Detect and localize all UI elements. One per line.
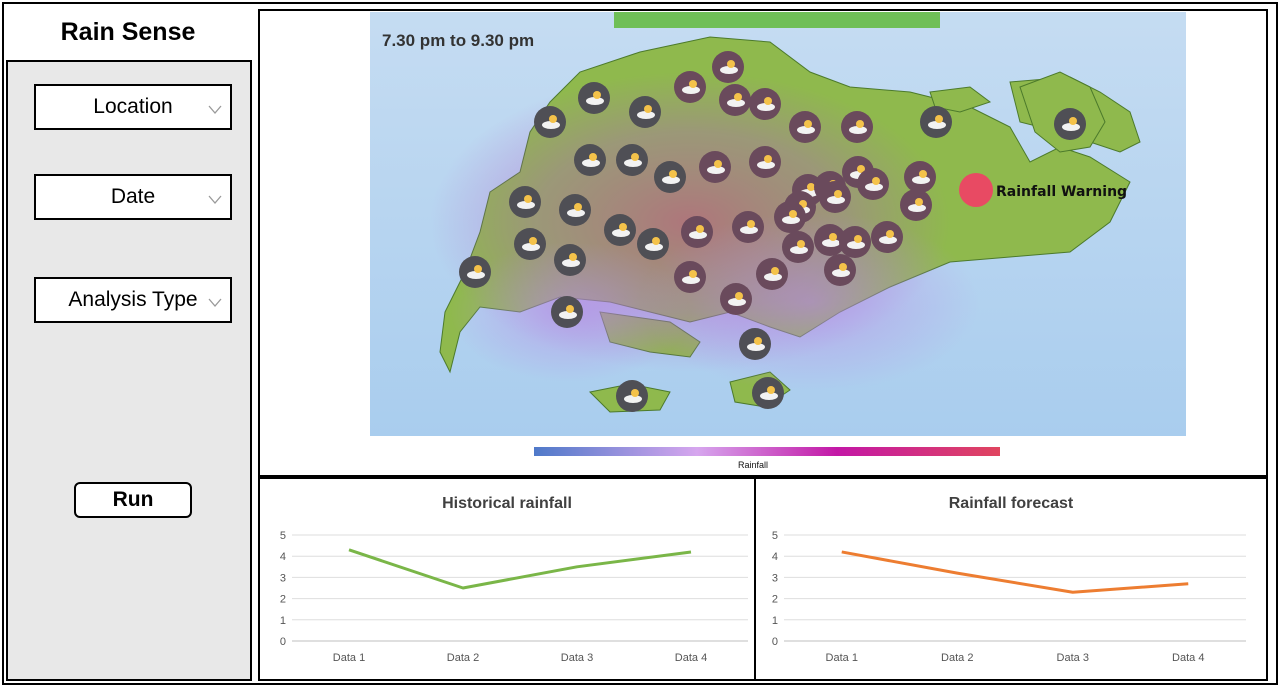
y-tick-label: 3 [772,572,778,584]
chevron-down-icon [208,105,222,114]
sun-icon [839,263,847,271]
historical-rainfall-chart: Historical rainfall 0 1 2 3 4 5 Data 1 Data 2 Da… [258,477,756,681]
rainfall-legend-bar [534,447,1000,456]
y-tick-label: 0 [280,636,286,648]
chart-svg: 0 1 2 3 4 5 Data 1 Data 2 Data 3 Data 4 [772,530,1246,664]
sun-icon [529,237,537,245]
map-top-bar [614,12,940,28]
x-tick-label: Data 3 [1057,652,1089,664]
chevron-down-icon [208,195,222,204]
sun-icon [669,170,677,178]
sun-icon [549,115,557,123]
y-tick-label: 3 [280,572,286,584]
sun-icon [574,203,582,211]
rainfall-map[interactable] [370,12,1186,436]
map-svg [430,36,1141,413]
x-tick-label: Data 3 [561,652,593,664]
y-tick-label: 4 [280,551,286,563]
y-tick-label: 5 [772,530,778,542]
sidebar: Rain Sense Location Date Analysis Type R… [2,2,254,685]
x-tick-label: Data 2 [941,652,973,664]
sun-icon [764,155,772,163]
sun-icon [1069,117,1077,125]
date-select-label: Date [110,185,156,208]
sun-icon [474,265,482,273]
time-range-label: 7.30 pm to 9.30 pm [382,31,535,50]
analysis-type-select[interactable]: Analysis Type [34,277,232,323]
sun-icon [734,93,742,101]
x-tick-label: Data 1 [333,652,365,664]
sun-icon [524,195,532,203]
rainfall-forecast-chart: Rainfall forecast 0 1 2 3 4 5 Data 1 Data 2 Data… [754,477,1268,681]
x-tick-label: Data 4 [675,652,707,664]
sun-icon [589,153,597,161]
sun-icon [771,267,779,275]
y-tick-label: 2 [772,594,778,606]
sun-icon [696,225,704,233]
rainfall-warning-marker [959,173,993,207]
sun-icon [807,183,815,191]
sun-icon [935,115,943,123]
y-tick-label: 4 [772,551,778,563]
chevron-down-icon [208,298,222,307]
sun-icon [872,177,880,185]
sun-icon [593,91,601,99]
sun-icon [804,120,812,128]
sun-icon [566,305,574,313]
sun-icon [735,292,743,300]
sun-icon [747,220,755,228]
y-tick-label: 5 [280,530,286,542]
sun-icon [631,389,639,397]
sun-icon [689,270,697,278]
run-button[interactable]: Run [74,482,192,518]
y-tick-label: 2 [280,594,286,606]
sun-icon [754,337,762,345]
series-line [841,550,1189,594]
sun-icon [727,60,735,68]
app-title: Rain Sense [60,18,196,46]
y-tick-label: 1 [280,615,286,627]
y-tick-label: 1 [772,615,778,627]
sun-icon [856,120,864,128]
sun-icon [915,198,923,206]
rainfall-legend-label: Rainfall [738,460,769,470]
y-tick-label: 0 [772,636,778,648]
series-line [348,548,692,590]
analysis-type-label: Analysis Type [68,288,198,311]
sun-icon [797,240,805,248]
date-select[interactable]: Date [34,174,232,220]
sun-icon [767,386,775,394]
sun-icon [689,80,697,88]
sun-icon [764,97,772,105]
x-tick-label: Data 2 [447,652,479,664]
control-panel: Location Date Analysis Type Run [6,60,252,681]
x-tick-label: Data 4 [1172,652,1204,664]
sun-icon [854,235,862,243]
x-tick-label: Data 1 [826,652,858,664]
sun-icon [829,233,837,241]
sun-icon [714,160,722,168]
location-select[interactable]: Location [34,84,232,130]
sun-icon [834,190,842,198]
sun-icon [569,253,577,261]
sun-icon [619,223,627,231]
sun-icon [886,230,894,238]
rainfall-warning-label: Rainfall Warning [996,184,1128,200]
sun-icon [919,170,927,178]
location-select-label: Location [93,95,173,118]
sun-icon [631,153,639,161]
sun-icon [789,210,797,218]
chart-svg: 0 1 2 3 4 5 Data 1 Data 2 Data 3 Data 4 [280,530,748,664]
sun-icon [652,237,660,245]
sun-icon [644,105,652,113]
